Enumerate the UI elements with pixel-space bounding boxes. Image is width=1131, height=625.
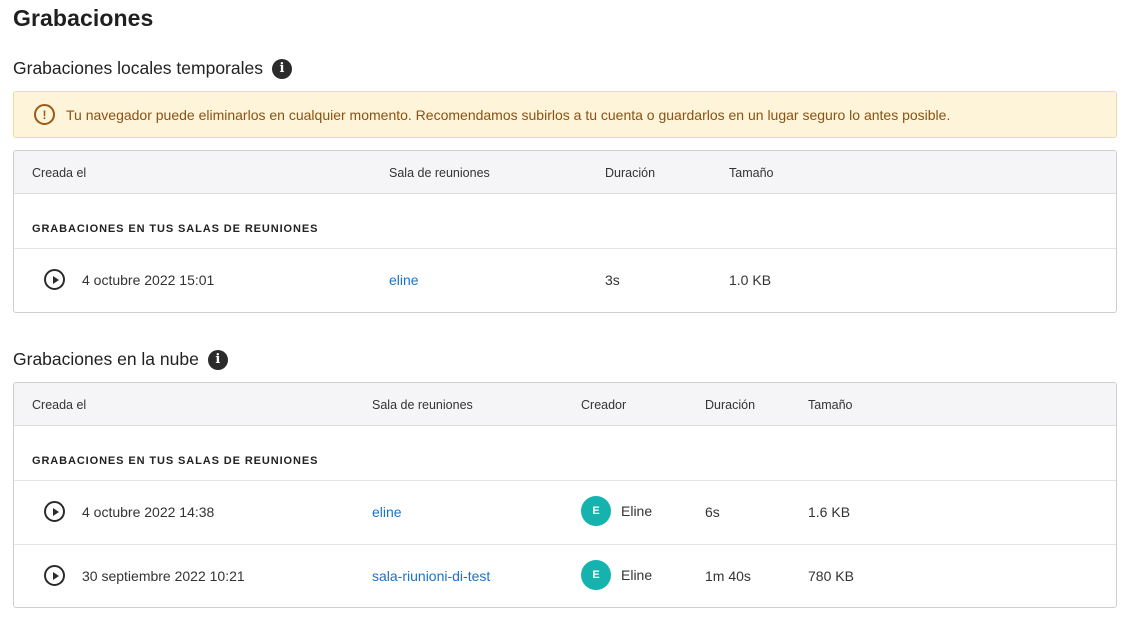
size: 1.0 KB [729, 272, 772, 288]
warning-text: Tu navegador puede eliminarlos en cualqu… [66, 106, 951, 123]
size: 780 KB [808, 568, 854, 584]
avatar: E [581, 560, 611, 590]
play-icon[interactable] [44, 269, 65, 290]
play-icon[interactable] [44, 565, 65, 586]
page-title: Grabaciones [13, 5, 154, 31]
column-header-room[interactable]: Sala de reuniones [372, 398, 473, 412]
duration: 3s [605, 272, 620, 288]
room-link[interactable]: eline [389, 272, 419, 288]
column-header-creator[interactable]: Creador [581, 398, 626, 412]
creator: E Eline [581, 496, 652, 526]
cloud-recordings-heading: Grabaciones en la nube i [13, 349, 228, 370]
group-header: GRABACIONES EN TUS SALAS DE REUNIONES [14, 426, 1116, 481]
table-row: 4 octubre 2022 14:38 eline E Eline 6s 1.… [14, 481, 1116, 544]
created-date: 30 septiembre 2022 10:21 [82, 568, 245, 584]
play-icon[interactable] [44, 501, 65, 522]
table-row: 4 octubre 2022 15:01 eline 3s 1.0 KB [14, 249, 1116, 312]
column-header-size[interactable]: Tamaño [808, 398, 852, 412]
created-date: 4 octubre 2022 14:38 [82, 504, 215, 520]
table-header: Creada el Sala de reuniones Creador Dura… [14, 383, 1116, 426]
cloud-recordings-title: Grabaciones en la nube [13, 349, 199, 369]
column-header-duration[interactable]: Duración [605, 166, 655, 180]
column-header-duration[interactable]: Duración [705, 398, 755, 412]
table-row: 30 septiembre 2022 10:21 sala-riunioni-d… [14, 544, 1116, 607]
cloud-recordings-table: Creada el Sala de reuniones Creador Dura… [13, 382, 1117, 608]
created-date: 4 octubre 2022 15:01 [82, 272, 215, 288]
column-header-created[interactable]: Creada el [32, 166, 86, 180]
local-recordings-table: Creada el Sala de reuniones Duración Tam… [13, 150, 1117, 313]
creator: E Eline [581, 560, 652, 590]
duration: 6s [705, 504, 720, 520]
room-link[interactable]: sala-riunioni-di-test [372, 568, 490, 584]
local-recordings-heading: Grabaciones locales temporales i [13, 58, 292, 79]
column-header-room[interactable]: Sala de reuniones [389, 166, 490, 180]
group-label: GRABACIONES EN TUS SALAS DE REUNIONES [32, 223, 319, 235]
column-header-size[interactable]: Tamaño [729, 166, 773, 180]
size: 1.6 KB [808, 504, 851, 520]
info-icon[interactable]: i [272, 58, 292, 79]
creator-name: Eline [621, 567, 653, 583]
group-label: GRABACIONES EN TUS SALAS DE REUNIONES [32, 455, 319, 467]
warning-banner: ! Tu navegador puede eliminarlos en cual… [13, 91, 1117, 138]
room-link[interactable]: eline [372, 504, 402, 520]
info-icon[interactable]: i [207, 349, 228, 370]
duration: 1m 40s [705, 568, 751, 584]
column-header-created[interactable]: Creada el [32, 398, 86, 412]
creator-name: Eline [621, 503, 653, 519]
local-recordings-title: Grabaciones locales temporales [13, 58, 263, 78]
avatar: E [581, 496, 611, 526]
warning-icon: ! [34, 104, 55, 125]
group-header: GRABACIONES EN TUS SALAS DE REUNIONES [14, 194, 1116, 249]
table-header: Creada el Sala de reuniones Duración Tam… [14, 151, 1116, 194]
